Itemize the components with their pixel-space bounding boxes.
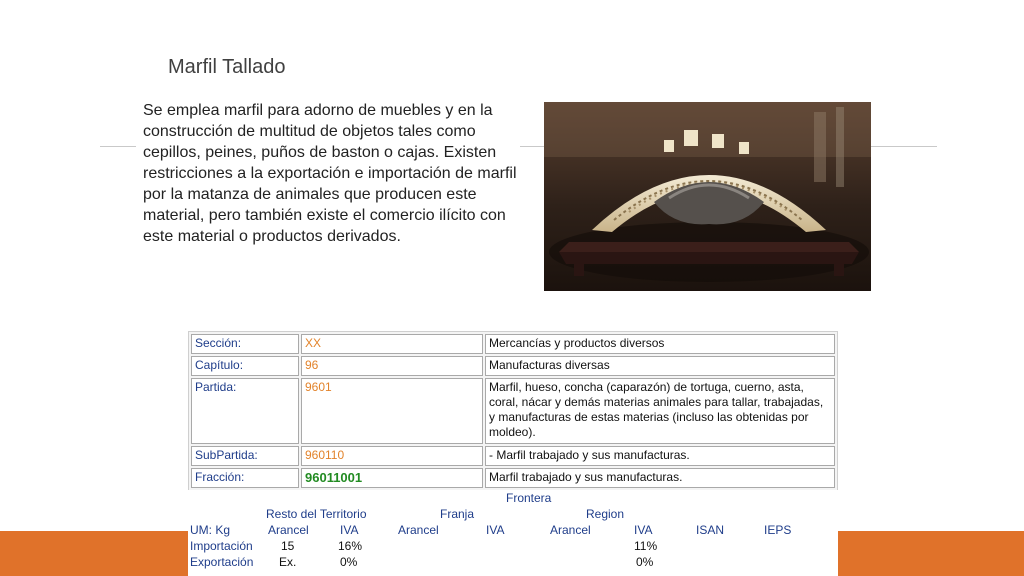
frontera-header: Frontera bbox=[506, 491, 552, 505]
footer-accent-bar-right bbox=[838, 531, 1024, 576]
fraction-label: Fracción: bbox=[191, 468, 299, 488]
subheading-description: - Marfil trabajado y sus manufacturas. bbox=[485, 446, 835, 466]
slide-body-text: Se emplea marfil para adorno de muebles … bbox=[143, 102, 517, 245]
heading-description: Marfil, hueso, concha (caparazón) de tor… bbox=[485, 378, 835, 444]
carved-ivory-photo bbox=[544, 102, 871, 291]
fraction-code: 96011001 bbox=[301, 468, 483, 488]
export-row-label: Exportación bbox=[190, 555, 254, 569]
heading-label: Partida: bbox=[191, 378, 299, 444]
classification-table: Sección: XX Mercancías y productos diver… bbox=[188, 331, 838, 491]
chapter-description: Manufacturas diversas bbox=[485, 356, 835, 376]
region-arancel-header: Arancel bbox=[550, 523, 591, 537]
fraction-description: Marfil trabajado y sus manufacturas. bbox=[485, 468, 835, 488]
resto-territorio-header: Resto del Territorio bbox=[266, 507, 367, 521]
region-iva-header: IVA bbox=[634, 523, 653, 537]
heading-code: 9601 bbox=[301, 378, 483, 444]
export-region-iva-value: 0% bbox=[636, 555, 654, 569]
section-label: Sección: bbox=[191, 334, 299, 354]
right-divider-line bbox=[520, 146, 544, 147]
section-description: Mercancías y productos diversos bbox=[485, 334, 835, 354]
chapter-label: Capítulo: bbox=[191, 356, 299, 376]
subheading-code: 960110 bbox=[301, 446, 483, 466]
import-arancel-value: 15 bbox=[281, 539, 295, 553]
table-row: Capítulo: 96 Manufacturas diversas bbox=[191, 356, 835, 376]
ivory-carving-image bbox=[544, 102, 871, 291]
table-row: Partida: 9601 Marfil, hueso, concha (cap… bbox=[191, 378, 835, 444]
table-row: Sección: XX Mercancías y productos diver… bbox=[191, 334, 835, 354]
section-code: XX bbox=[301, 334, 483, 354]
unit-label: UM: Kg bbox=[190, 523, 231, 537]
isan-header: ISAN bbox=[696, 523, 725, 537]
ieps-header: IEPS bbox=[764, 523, 792, 537]
table-row: SubPartida: 960110 - Marfil trabajado y … bbox=[191, 446, 835, 466]
tariff-table: Frontera Resto del Territorio Franja Reg… bbox=[188, 490, 838, 572]
table-row: Fracción: 96011001 Marfil trabajado y su… bbox=[191, 468, 835, 488]
footer-accent-bar-left bbox=[0, 531, 188, 576]
franja-arancel-header: Arancel bbox=[398, 523, 439, 537]
import-region-iva-value: 11% bbox=[634, 539, 658, 553]
slide-title: Marfil Tallado bbox=[168, 56, 286, 78]
subheading-label: SubPartida: bbox=[191, 446, 299, 466]
export-arancel-value: Ex. bbox=[279, 555, 297, 569]
import-row-label: Importación bbox=[190, 539, 253, 553]
chapter-code: 96 bbox=[301, 356, 483, 376]
resto-arancel-header: Arancel bbox=[268, 523, 309, 537]
franja-header: Franja bbox=[440, 507, 475, 521]
far-right-divider-line bbox=[871, 146, 937, 147]
left-divider-line bbox=[100, 146, 136, 147]
export-iva-value: 0% bbox=[340, 555, 358, 569]
resto-iva-header: IVA bbox=[340, 523, 359, 537]
import-iva-value: 16% bbox=[338, 539, 363, 553]
franja-iva-header: IVA bbox=[486, 523, 505, 537]
region-header: Region bbox=[586, 507, 625, 521]
